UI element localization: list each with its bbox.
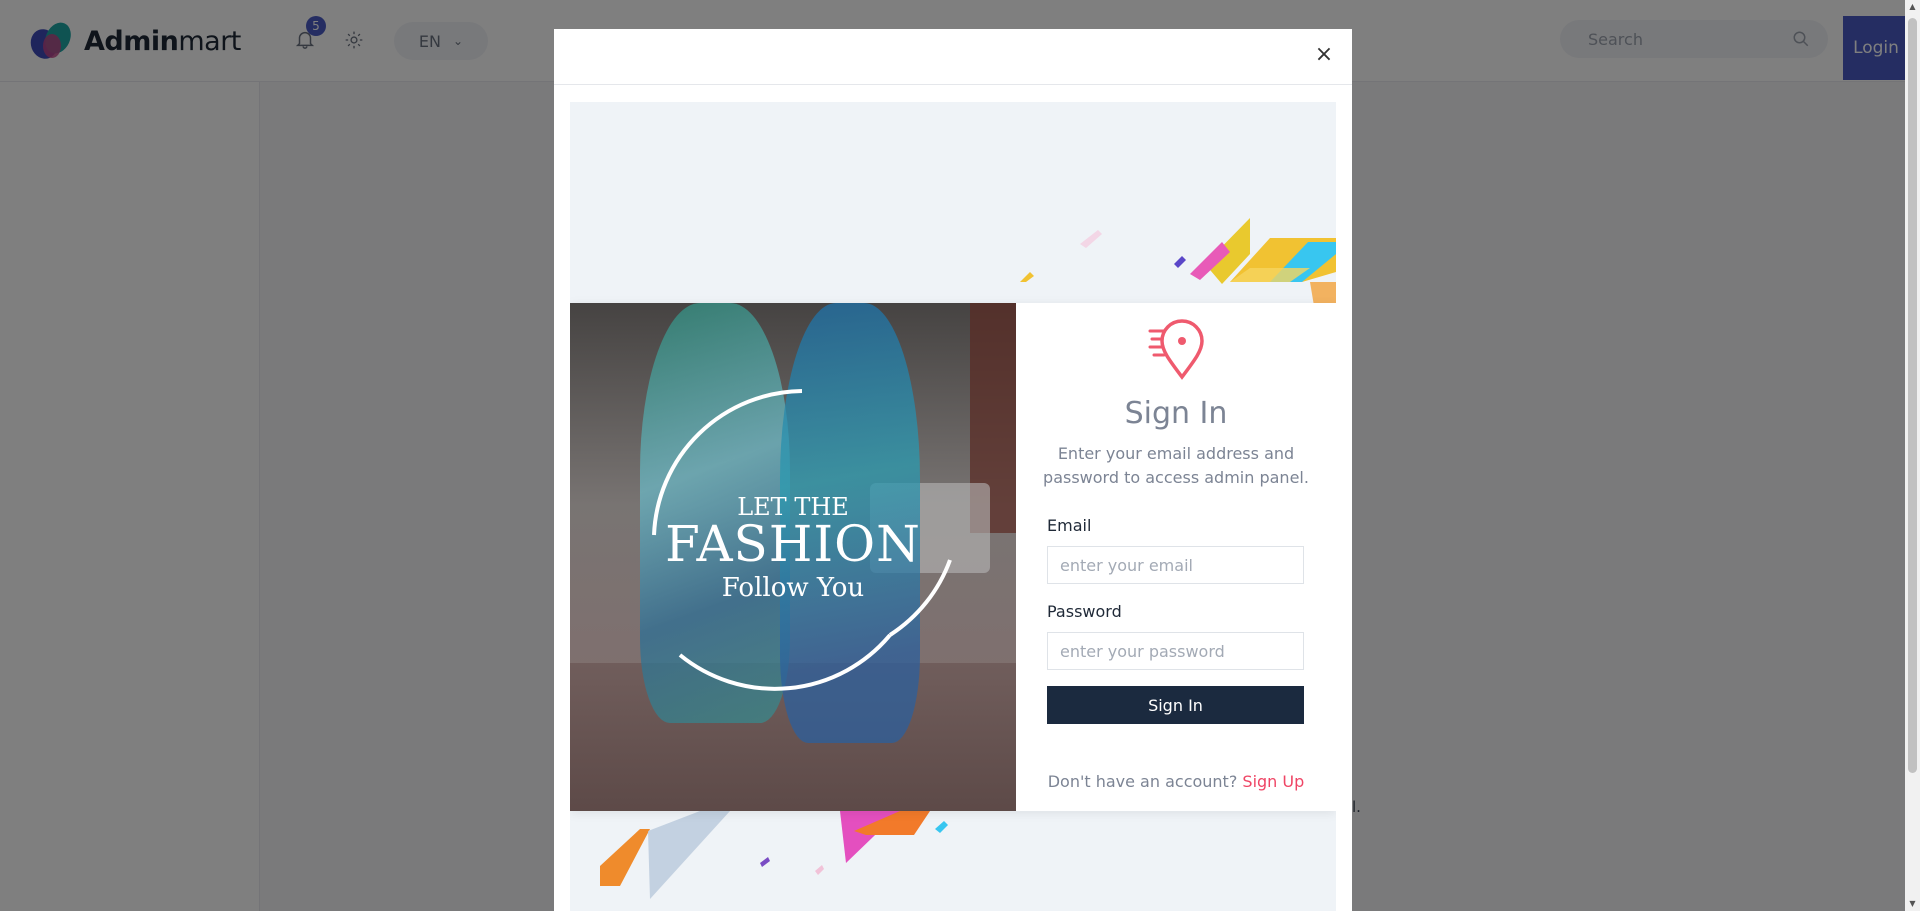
promo-line-2: FASHION [665, 515, 921, 573]
modal-header: × [554, 29, 1352, 85]
signup-prompt-line: Don't have an account? Sign Up [1016, 772, 1336, 791]
signin-button[interactable]: Sign In [1047, 686, 1304, 724]
scroll-up-arrow-icon[interactable]: ▲ [1908, 2, 1917, 11]
signin-form: Sign In Enter your email address and pas… [1016, 303, 1336, 811]
password-field[interactable] [1047, 632, 1304, 670]
scrollbar-thumb[interactable] [1908, 18, 1917, 773]
signin-modal: × LET THE FASHION Follow You Sign In Ent… [554, 29, 1352, 911]
scroll-down-arrow-icon[interactable]: ▼ [1908, 899, 1917, 908]
close-icon[interactable]: × [1312, 43, 1336, 67]
signup-prompt: Don't have an account? [1047, 772, 1238, 791]
email-field[interactable] [1047, 546, 1304, 584]
fashion-promo-image: LET THE FASHION Follow You [570, 303, 1016, 811]
email-label: Email [1047, 516, 1092, 535]
page-scrollbar[interactable]: ▲ ▼ [1905, 0, 1920, 911]
signin-card: LET THE FASHION Follow You Sign In Enter… [570, 303, 1336, 811]
location-pin-icon [1148, 319, 1204, 380]
modal-body: LET THE FASHION Follow You Sign In Enter… [570, 102, 1336, 911]
decorative-shapes-bottom [600, 811, 948, 899]
signin-subtitle: Enter your email address and password to… [1043, 444, 1309, 487]
promo-line-3: Follow You [721, 573, 865, 603]
password-label: Password [1047, 602, 1122, 621]
signup-link[interactable]: Sign Up [1242, 772, 1304, 791]
signin-title: Sign In [1124, 396, 1228, 431]
